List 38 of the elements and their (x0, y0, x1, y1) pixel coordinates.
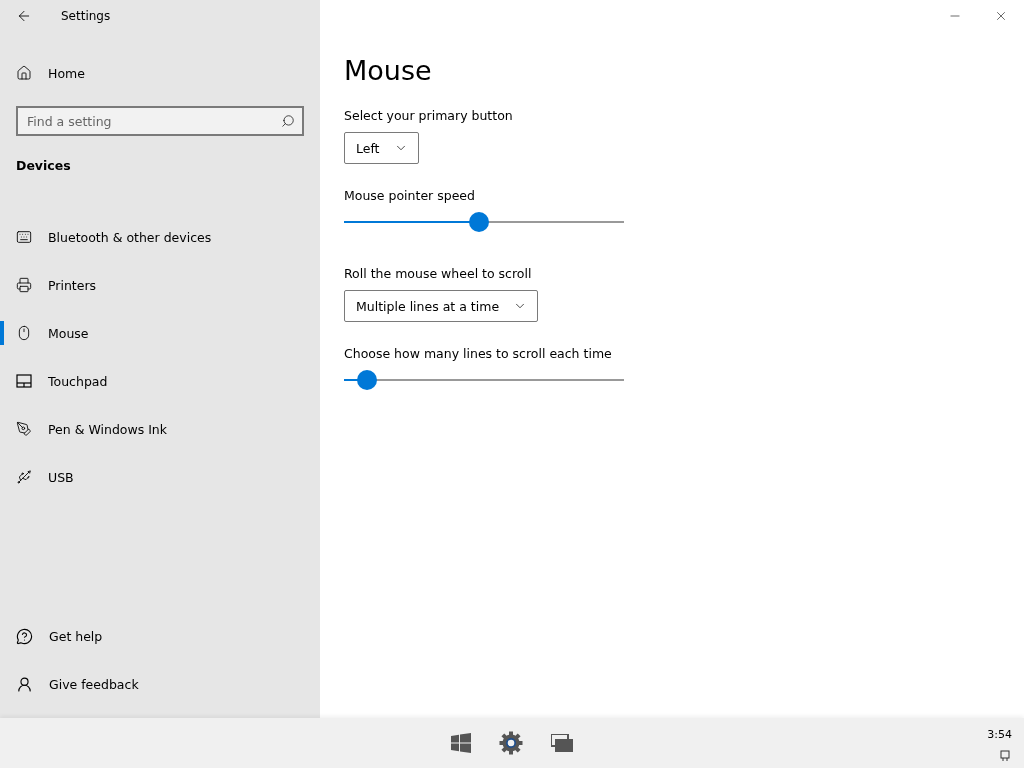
clock: 3:54 (987, 728, 1012, 741)
notification-icon[interactable] (1000, 750, 1010, 762)
help-icon (16, 627, 33, 645)
settings-icon[interactable] (499, 731, 523, 755)
sidebar-item[interactable]: Printers (0, 261, 320, 309)
setting-label: Choose how many lines to scroll each time (344, 346, 613, 361)
window-title: Settings (61, 9, 111, 23)
search-icon[interactable] (281, 114, 295, 128)
sidebar-item[interactable]: Touchpad (0, 357, 320, 405)
close-icon (994, 9, 1008, 23)
printer-icon (16, 277, 32, 293)
keyboard-icon (16, 229, 32, 245)
search-field[interactable]: Find a setting (16, 106, 304, 136)
setting-label: Select your primary button (344, 108, 514, 123)
page-title: Mouse (344, 55, 433, 86)
sidebar-item[interactable]: Mouse (0, 309, 320, 357)
setting-label: Mouse pointer speed (344, 188, 476, 203)
dropdown[interactable]: Left (344, 132, 419, 164)
back-arrow-icon (16, 8, 32, 24)
pen-icon (16, 421, 32, 437)
footer-link[interactable]: Get help (0, 612, 320, 660)
home-link[interactable]: Home (0, 49, 320, 97)
footer-link[interactable]: Give feedback (0, 660, 320, 708)
usb-icon (16, 469, 32, 485)
slider-thumb[interactable] (468, 212, 489, 232)
sidebar-item[interactable]: Bluetooth & other devices (0, 213, 320, 261)
touchpad-icon (16, 373, 32, 389)
section-heading: Devices (15, 157, 72, 175)
task-view-icon[interactable] (551, 734, 573, 752)
sidebar-item[interactable]: Pen & Windows Ink (0, 405, 320, 453)
sidebar-item[interactable]: USB (0, 453, 320, 501)
mouse-icon (16, 325, 32, 341)
setting-label: Roll the mouse wheel to scroll (344, 266, 533, 281)
feedback-icon (16, 675, 33, 693)
dropdown[interactable]: Multiple lines at a time (344, 290, 539, 322)
start-button[interactable] (451, 733, 471, 753)
slider-thumb[interactable] (357, 370, 377, 390)
home-icon (16, 65, 32, 81)
